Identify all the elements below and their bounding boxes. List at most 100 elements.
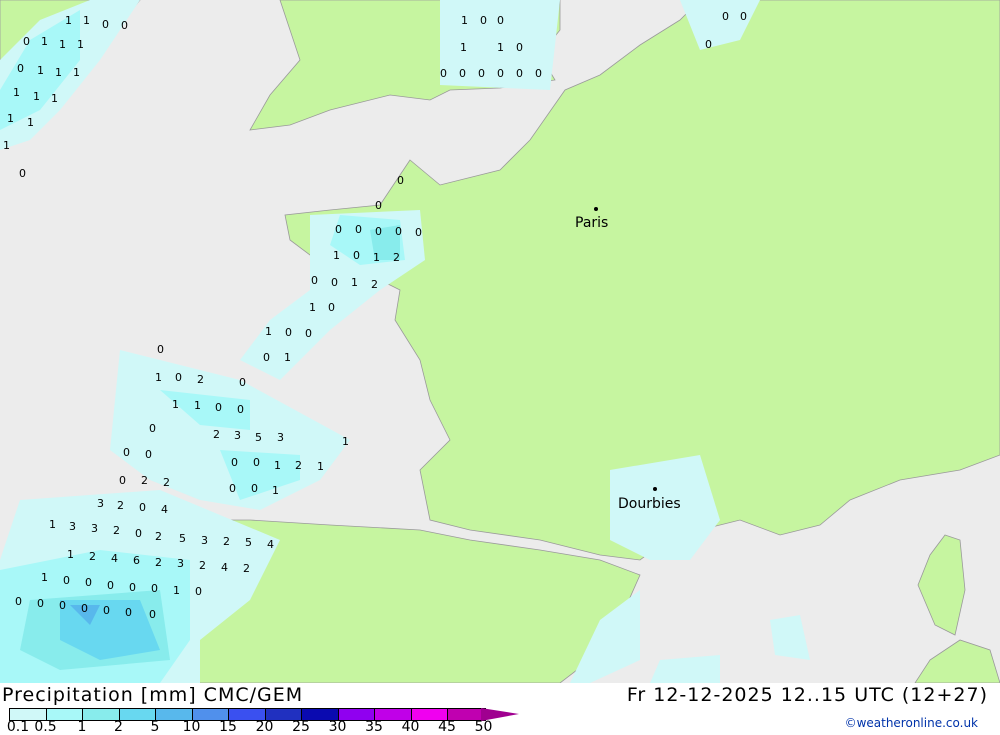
precip-value-label: 1 (73, 66, 80, 79)
precip-value-label: 1 (317, 460, 324, 473)
precip-value-label: 0 (251, 482, 258, 495)
precip-value-label: 1 (373, 251, 380, 264)
precip-value-label: 1 (172, 398, 179, 411)
precip-value-label: 2 (89, 550, 96, 563)
precip-value-label: 0 (85, 576, 92, 589)
precip-value-label: 0 (253, 456, 260, 469)
precip-value-label: 0 (478, 67, 485, 80)
credit-link[interactable]: ©weatheronline.co.uk (845, 716, 978, 730)
precip-value-label: 2 (223, 535, 230, 548)
precip-value-label: 1 (272, 484, 279, 497)
precip-value-label: 0 (119, 474, 126, 487)
city-label-dourbies: Dourbies (618, 496, 681, 512)
precip-value-label: 1 (7, 112, 14, 125)
precip-value-label: 3 (201, 534, 208, 547)
precip-value-label: 2 (295, 459, 302, 472)
precip-value-label: 0 (81, 602, 88, 615)
footer: Precipitation [mm] CMC/GEM Fr 12-12-2025… (0, 683, 1000, 735)
precip-value-label: 0 (397, 174, 404, 187)
precipitation-map: 1 1 0 00 1 1 10 1 1 11 1 11 111 0 01 1 00 0 0 0 0 00 0000000 0 0… (0, 0, 1000, 683)
precip-value-label: 1 (265, 325, 272, 338)
precip-value-label: 0 (305, 327, 312, 340)
precip-value-label: 0 (705, 38, 712, 51)
precip-value-label: 6 (133, 554, 140, 567)
precip-value-label: 2 (155, 556, 162, 569)
legend-ticks: 0.1 0.5 1 2 5 10 15 20 25 30 35 40 45 50 (0, 719, 520, 735)
precip-value-label: 1 (37, 64, 44, 77)
precip-value-label: 0 (285, 326, 292, 339)
precip-value-label: 0 (149, 608, 156, 621)
precip-value-label: 1 (460, 41, 467, 54)
precip-value-label: 0 (311, 274, 318, 287)
precip-value-label: 0 (149, 422, 156, 435)
precip-value-label: 0 (121, 19, 128, 32)
precip-value-label: 0 (395, 225, 402, 238)
precip-value-label: 5 (255, 431, 262, 444)
precip-value-label: 0 (335, 223, 342, 236)
precip-value-label: 0 (123, 446, 130, 459)
precip-value-label: 0 (353, 249, 360, 262)
precip-value-label: 1 (49, 518, 56, 531)
precip-value-label: 1 (67, 548, 74, 561)
precip-value-label: 1 (497, 41, 504, 54)
precip-value-label: 3 (177, 557, 184, 570)
precip-value-label: 1 (65, 14, 72, 27)
precip-value-label: 0 (375, 225, 382, 238)
precip-value-label: 2 (243, 562, 250, 575)
precip-value-label: 3 (277, 431, 284, 444)
precip-value-label: 0 (516, 67, 523, 80)
precip-value-label: 1 (51, 92, 58, 105)
precip-value-label: 2 (213, 428, 220, 441)
precip-value-label: 1 (274, 459, 281, 472)
precip-value-label: 0 (17, 62, 24, 75)
precip-value-label: 0 (231, 456, 238, 469)
city-label-paris: Paris (575, 215, 608, 231)
precip-value-label: 0 (195, 585, 202, 598)
precip-value-label: 0 (175, 371, 182, 384)
precip-value-label: 4 (267, 538, 274, 551)
precip-value-label: 0 (740, 10, 747, 23)
precip-value-label: 5 (179, 532, 186, 545)
precip-value-label: 0 (229, 482, 236, 495)
precip-value-label: 5 (245, 536, 252, 549)
precip-value-label: 1 (13, 86, 20, 99)
precip-value-label: 3 (97, 497, 104, 510)
precip-value-label: 0 (497, 14, 504, 27)
precip-value-label: 0 (151, 582, 158, 595)
precip-value-label: 0 (355, 223, 362, 236)
precip-value-label: 1 (41, 35, 48, 48)
precip-value-label: 0 (129, 581, 136, 594)
precip-value-label: 2 (197, 373, 204, 386)
map-title: Precipitation [mm] CMC/GEM (2, 684, 304, 706)
precip-value-label: 0 (59, 599, 66, 612)
precip-value-label: 2 (371, 278, 378, 291)
precip-value-label: 0 (415, 226, 422, 239)
precip-value-label: 1 (342, 435, 349, 448)
precip-value-label: 0 (15, 595, 22, 608)
precip-value-label: 0 (459, 67, 466, 80)
dourbies-marker (653, 487, 657, 491)
precip-value-label: 0 (331, 276, 338, 289)
precip-value-label: 0 (63, 574, 70, 587)
precip-value-label: 1 (77, 38, 84, 51)
precip-value-label: 4 (111, 552, 118, 565)
precip-value-label: 0 (215, 401, 222, 414)
precip-value-label: 4 (221, 561, 228, 574)
precip-value-label: 1 (351, 276, 358, 289)
precip-value-label: 0 (145, 448, 152, 461)
paris-marker (594, 207, 598, 211)
precip-value-label: 1 (333, 249, 340, 262)
precip-value-label: 0 (480, 14, 487, 27)
precip-value-label: 3 (234, 429, 241, 442)
precip-value-label: 0 (516, 41, 523, 54)
precip-value-label: 2 (163, 476, 170, 489)
precip-value-label: 0 (103, 604, 110, 617)
precip-value-label: 0 (722, 10, 729, 23)
precip-value-label: 0 (19, 167, 26, 180)
precip-value-label: 0 (497, 67, 504, 80)
precip-value-label: 1 (27, 116, 34, 129)
precip-value-label: 0 (328, 301, 335, 314)
precip-value-label: 1 (461, 14, 468, 27)
precip-value-label: 2 (199, 559, 206, 572)
precip-value-label: 0 (535, 67, 542, 80)
